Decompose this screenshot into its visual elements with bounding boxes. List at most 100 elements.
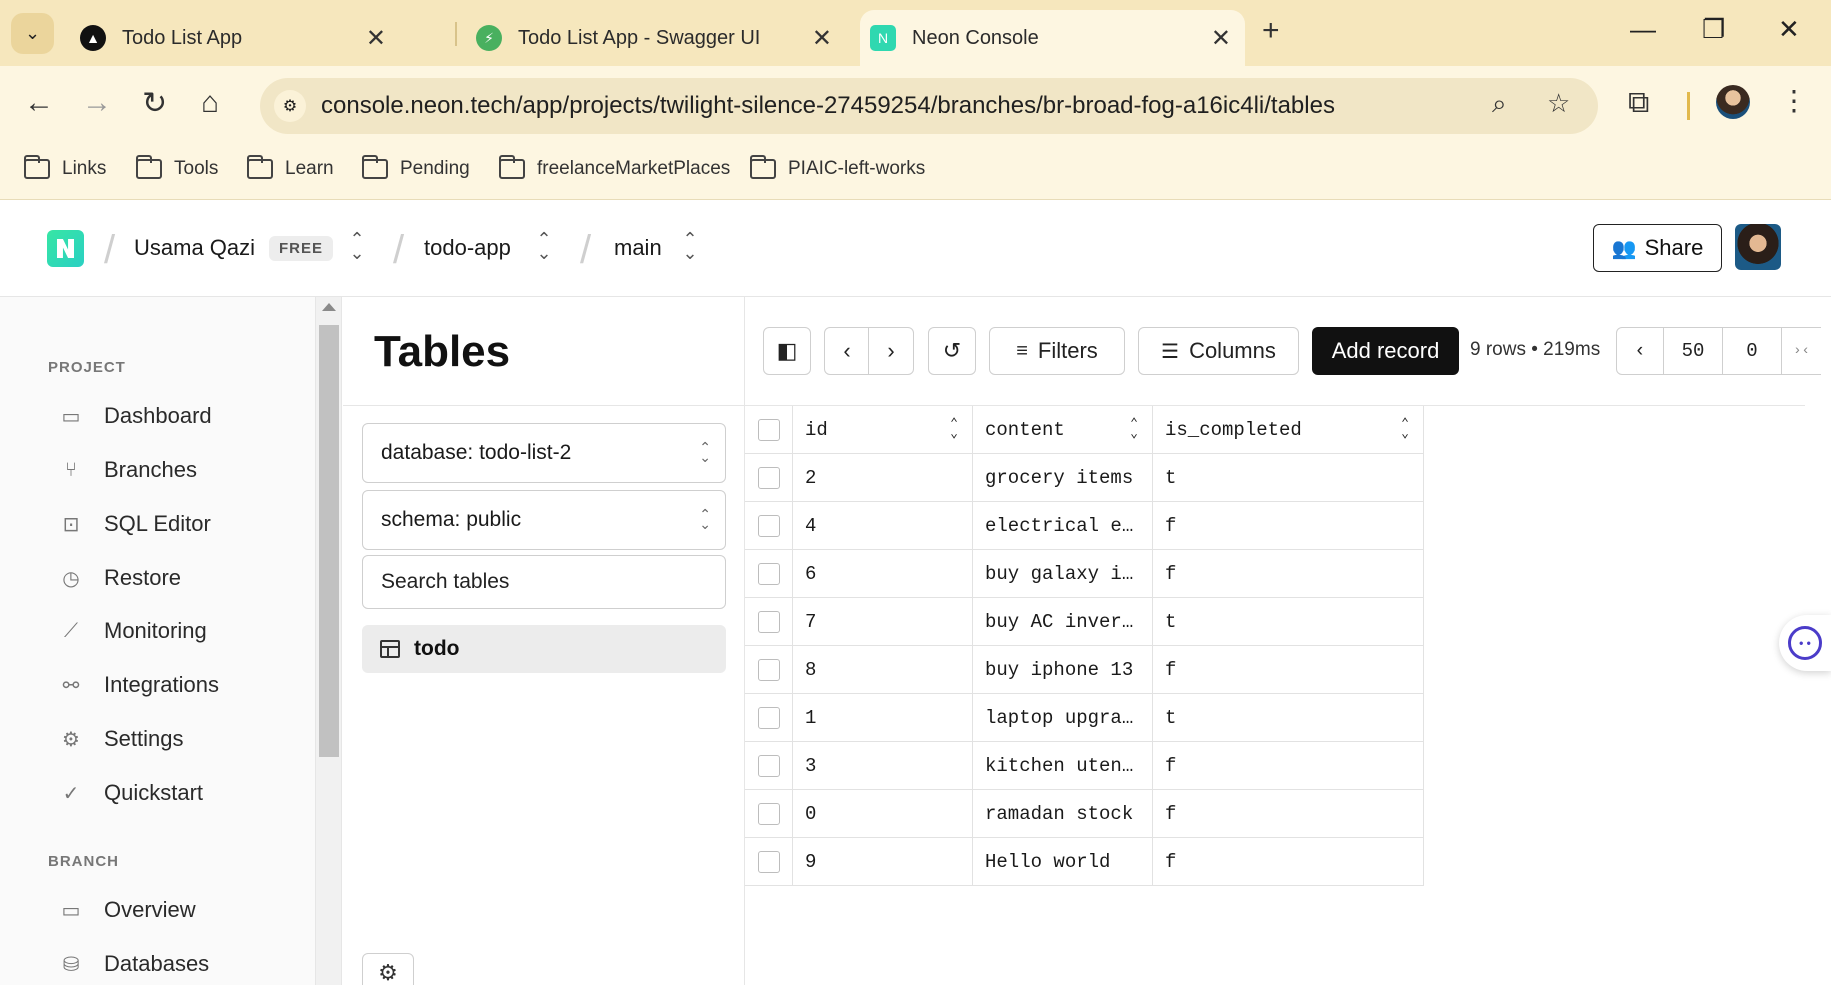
sidebar-scroll-thumb[interactable] (319, 325, 339, 757)
select-all-checkbox[interactable] (757, 418, 780, 441)
table-row[interactable]: 7 buy AC inver… t (745, 598, 1807, 646)
sidebar-item-databases[interactable]: ⛁ Databases (58, 951, 210, 977)
cell-is-completed[interactable]: f (1153, 646, 1424, 694)
neon-logo[interactable] (47, 230, 84, 267)
home-button[interactable]: ⌂ (201, 86, 219, 120)
sort-icon[interactable]: ⌃ ⌄ (1401, 417, 1409, 440)
close-icon[interactable]: ✕ (812, 24, 832, 53)
row-checkbox[interactable] (757, 562, 780, 585)
row-checkbox[interactable] (757, 706, 780, 729)
zoom-icon[interactable]: ⌕ (1492, 88, 1507, 120)
column-header-content[interactable]: content ⌃ ⌄ (973, 406, 1153, 454)
cell-id[interactable]: 2 (793, 454, 973, 502)
user-avatar[interactable] (1735, 224, 1781, 270)
close-icon[interactable]: ✕ (1211, 24, 1231, 53)
tab-todo-list-app[interactable]: ▲ Todo List App ✕ (70, 10, 400, 66)
columns-button[interactable]: ☰ Columns (1138, 327, 1299, 375)
add-record-button[interactable]: Add record (1312, 327, 1459, 375)
bookmark-pending[interactable]: Pending (361, 155, 470, 180)
row-checkbox[interactable] (757, 802, 780, 825)
close-icon[interactable]: ✕ (366, 24, 386, 53)
project-switcher-icon[interactable]: ⌃ ⌄ (536, 230, 552, 262)
extensions-icon[interactable]: ⧉ (1628, 86, 1649, 120)
url-text[interactable]: console.neon.tech/app/projects/twilight-… (321, 92, 1335, 120)
cell-id[interactable]: 6 (793, 550, 973, 598)
row-checkbox[interactable] (757, 754, 780, 777)
breadcrumb-org[interactable]: Usama Qazi (134, 235, 255, 261)
tab-search-button[interactable]: ⌄ (11, 13, 54, 54)
cell-id[interactable]: 3 (793, 742, 973, 790)
breadcrumb-project[interactable]: todo-app (424, 235, 511, 261)
column-header-is-completed[interactable]: is_completed ⌃ ⌄ (1153, 406, 1424, 454)
panel-settings-button[interactable]: ⚙ (362, 953, 414, 985)
table-row[interactable]: 0 ramadan stock f (745, 790, 1807, 838)
cell-is-completed[interactable]: f (1153, 742, 1424, 790)
back-button[interactable]: ← (24, 86, 54, 120)
cell-id[interactable]: 9 (793, 838, 973, 886)
prev-button[interactable]: ‹ (824, 327, 870, 375)
cell-is-completed[interactable]: f (1153, 550, 1424, 598)
sidebar-item-restore[interactable]: ◷ Restore (58, 565, 181, 591)
filters-button[interactable]: ≡ Filters (989, 327, 1125, 375)
bookmark-piaic[interactable]: PIAIC-left-works (749, 155, 925, 180)
sort-icon[interactable]: ⌃ ⌄ (1130, 417, 1138, 440)
cell-id[interactable]: 1 (793, 694, 973, 742)
database-select[interactable]: database: todo-list-2 ⌃ ⌄ (362, 423, 726, 483)
minimize-button[interactable]: — (1630, 14, 1656, 45)
schema-select[interactable]: schema: public ⌃ ⌄ (362, 490, 726, 550)
cell-is-completed[interactable]: f (1153, 790, 1424, 838)
sidebar-item-branches[interactable]: ⑂ Branches (58, 457, 197, 483)
expand-icon[interactable]: ›‹ (1781, 327, 1821, 375)
next-button[interactable]: › (868, 327, 914, 375)
scroll-up-arrow[interactable] (322, 303, 336, 311)
search-tables-input[interactable] (362, 555, 726, 609)
bookmark-star-icon[interactable]: ☆ (1547, 88, 1570, 119)
table-row[interactable]: 4 electrical e… f (745, 502, 1807, 550)
table-row[interactable]: 1 laptop upgra… t (745, 694, 1807, 742)
tab-neon-console[interactable]: N Neon Console ✕ (860, 10, 1245, 66)
cell-content[interactable]: ramadan stock (973, 790, 1153, 838)
close-window-button[interactable]: ✕ (1778, 14, 1800, 45)
cell-id[interactable]: 7 (793, 598, 973, 646)
profile-avatar[interactable] (1716, 85, 1750, 119)
bookmark-links[interactable]: Links (23, 155, 106, 180)
site-settings-icon[interactable]: ⚙ (274, 90, 306, 122)
row-checkbox[interactable] (757, 514, 780, 537)
cell-id[interactable]: 0 (793, 790, 973, 838)
cell-content[interactable]: kitchen uten… (973, 742, 1153, 790)
sidebar-item-sql-editor[interactable]: ⊡ SQL Editor (58, 511, 211, 537)
org-switcher-icon[interactable]: ⌃ ⌄ (349, 230, 365, 262)
forward-button[interactable]: → (82, 86, 112, 120)
cell-content[interactable]: Hello world (973, 838, 1153, 886)
table-row[interactable]: 6 buy galaxy i… f (745, 550, 1807, 598)
cell-content[interactable]: buy iphone 13 (973, 646, 1153, 694)
history-button[interactable]: ↺ (928, 327, 976, 375)
address-bar[interactable]: ⚙ console.neon.tech/app/projects/twiligh… (260, 78, 1598, 134)
browser-menu-icon[interactable]: ⋮ (1780, 84, 1808, 117)
table-row[interactable]: 2 grocery items t (745, 454, 1807, 502)
toggle-sidebar-button[interactable]: ◧ (763, 327, 811, 375)
sort-icon[interactable]: ⌃ ⌄ (950, 417, 958, 440)
row-checkbox[interactable] (757, 610, 780, 633)
new-tab-button[interactable]: + (1262, 14, 1280, 48)
page-size-input[interactable]: 50 (1663, 327, 1723, 375)
cell-is-completed[interactable]: t (1153, 694, 1424, 742)
cell-content[interactable]: buy AC inver… (973, 598, 1153, 646)
tab-swagger-ui[interactable]: ⚡ Todo List App - Swagger UI ✕ (466, 10, 846, 66)
restore-button[interactable]: ❐ (1702, 14, 1725, 45)
share-button[interactable]: 👥 Share (1593, 224, 1722, 272)
bookmark-learn[interactable]: Learn (246, 155, 334, 180)
assistant-widget-button[interactable]: • • (1779, 615, 1831, 671)
table-row[interactable]: 9 Hello world f (745, 838, 1807, 886)
column-header-id[interactable]: id ⌃ ⌄ (793, 406, 973, 454)
cell-id[interactable]: 8 (793, 646, 973, 694)
cell-id[interactable]: 4 (793, 502, 973, 550)
table-row[interactable]: 8 buy iphone 13 f (745, 646, 1807, 694)
row-checkbox[interactable] (757, 466, 780, 489)
row-checkbox[interactable] (757, 850, 780, 873)
bookmark-freelance[interactable]: freelanceMarketPlaces (498, 155, 730, 180)
cell-content[interactable]: grocery items (973, 454, 1153, 502)
cell-content[interactable]: buy galaxy i… (973, 550, 1153, 598)
cell-content[interactable]: laptop upgra… (973, 694, 1153, 742)
reload-button[interactable]: ↻ (142, 86, 167, 121)
